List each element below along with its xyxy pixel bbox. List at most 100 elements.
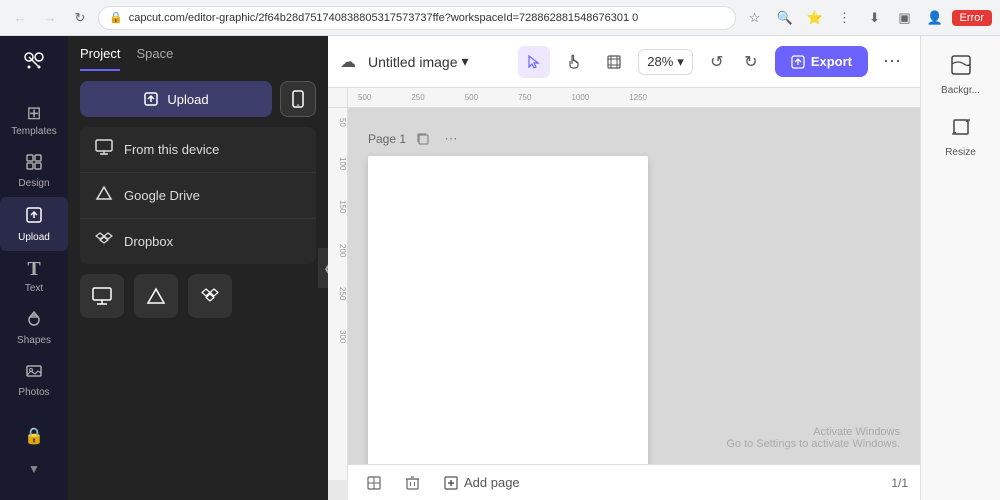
sidebar-item-shapes[interactable]: Shapes xyxy=(0,302,68,354)
upload-row: Upload xyxy=(68,71,328,127)
document-title[interactable]: Untitled image ▾ xyxy=(368,53,469,70)
sidebar-item-templates-label: Templates xyxy=(11,126,57,137)
source-from-device[interactable]: From this device xyxy=(80,127,316,173)
page-container: Page 1 ⋯ xyxy=(368,128,668,476)
browser-icons: ☆ 🔍 ⭐ ⋮ ⬇ ▣ 👤 Error xyxy=(742,5,992,31)
main-area: ☁ Untitled image ▾ 28% ▾ ↺ ↻ xyxy=(328,36,920,500)
app-body: ⊞ Templates Design Upload T Text Shapes xyxy=(0,36,1000,500)
background-panel-item[interactable]: Backgr... xyxy=(929,46,993,104)
activate-windows-watermark: Activate Windows Go to Settings to activ… xyxy=(726,426,900,450)
title-text: Untitled image xyxy=(368,54,458,70)
url-bar[interactable]: 🔒 capcut.com/editor-graphic/2f64b28d7517… xyxy=(98,6,736,30)
background-label: Backgr... xyxy=(941,85,980,96)
page-label: Page 1 xyxy=(368,132,406,146)
undo-button[interactable]: ↺ xyxy=(701,46,733,78)
sidebar-item-upload[interactable]: Upload xyxy=(0,197,68,251)
resize-label: Resize xyxy=(945,147,976,158)
sidebar-bottom: 🔒 ▼ xyxy=(20,418,48,492)
sidebar-item-photos-label: Photos xyxy=(18,387,49,398)
frame-tool-button[interactable] xyxy=(598,46,630,78)
toolbar: ☁ Untitled image ▾ 28% ▾ ↺ ↻ xyxy=(328,36,920,88)
sidebar-expand[interactable]: ▼ xyxy=(20,454,48,484)
gdrive-icon xyxy=(94,185,114,206)
source-dropdown: From this device Google Drive Dropbox xyxy=(80,127,316,264)
page-count: 1/1 xyxy=(891,476,908,490)
panel-collapse-handle[interactable]: ❮ xyxy=(318,248,328,288)
upload-button-label: Upload xyxy=(167,92,208,107)
lock-icon: 🔒 xyxy=(24,426,44,446)
browser-bar: ← → ↻ 🔒 capcut.com/editor-graphic/2f64b2… xyxy=(0,0,1000,36)
left-sidebar: ⊞ Templates Design Upload T Text Shapes xyxy=(0,36,68,500)
app-logo xyxy=(16,44,52,80)
more-options-button[interactable]: ⋯ xyxy=(876,46,908,78)
ruler-top: 500 250 500 750 1000 1250 xyxy=(348,88,920,108)
shapes-icon xyxy=(25,310,43,331)
collapse-chevron-icon: ❮ xyxy=(323,262,328,275)
add-page-button[interactable]: Add page xyxy=(436,471,528,494)
page-copy-button[interactable] xyxy=(412,128,434,150)
source-dropbox-label: Dropbox xyxy=(124,234,173,249)
canvas-scroll[interactable]: Page 1 ⋯ Activate Windows Go to Settings… xyxy=(348,108,920,500)
forward-button[interactable]: → xyxy=(38,6,62,30)
reload-button[interactable]: ↻ xyxy=(68,6,92,30)
page-label-row: Page 1 ⋯ xyxy=(368,128,668,150)
sidebar-lock[interactable]: 🔒 xyxy=(20,418,48,454)
sidebar-item-upload-label: Upload xyxy=(18,232,50,243)
tab-project[interactable]: Project xyxy=(80,46,120,71)
menu-button[interactable]: ⋮ xyxy=(832,5,858,31)
sidebar-item-design[interactable]: Design xyxy=(0,145,68,197)
pan-tool-button[interactable] xyxy=(558,46,590,78)
resize-panel-item[interactable]: Resize xyxy=(929,108,993,166)
source-gdrive-label: Google Drive xyxy=(124,188,200,203)
redo-button[interactable]: ↻ xyxy=(735,46,767,78)
sidebar-item-photos[interactable]: Photos xyxy=(0,354,68,406)
undo-redo-group: ↺ ↻ xyxy=(701,46,767,78)
export-button[interactable]: Export xyxy=(775,46,868,77)
bookmark-button[interactable]: ☆ xyxy=(742,5,768,31)
quick-monitor-button[interactable] xyxy=(80,274,124,318)
zoom-value: 28% xyxy=(647,54,673,69)
back-button[interactable]: ← xyxy=(8,6,32,30)
tab-button[interactable]: ▣ xyxy=(892,5,918,31)
zoom-control[interactable]: 28% ▾ xyxy=(638,49,693,75)
sidebar-item-design-label: Design xyxy=(18,178,49,189)
profile-button[interactable]: 👤 xyxy=(922,5,948,31)
page-more-button[interactable]: ⋯ xyxy=(440,128,462,150)
source-dropbox[interactable]: Dropbox xyxy=(80,219,316,264)
ruler-corner xyxy=(328,88,348,108)
star-button[interactable]: ⭐ xyxy=(802,5,828,31)
resize-icon xyxy=(950,116,972,143)
error-badge: Error xyxy=(952,10,992,26)
mobile-device-button[interactable] xyxy=(280,81,316,117)
cloud-icon: ☁ xyxy=(340,52,356,72)
background-icon xyxy=(950,54,972,81)
sidebar-item-text[interactable]: T Text xyxy=(0,251,68,302)
grid-button[interactable] xyxy=(360,469,388,497)
panel-tabs: Project Space xyxy=(68,36,328,71)
activate-line2: Go to Settings to activate Windows. xyxy=(726,438,900,450)
delete-page-button[interactable] xyxy=(398,469,426,497)
download-button[interactable]: ⬇ xyxy=(862,5,888,31)
canvas-bottom-bar: Add page 1/1 xyxy=(348,464,920,500)
monitor-icon xyxy=(94,139,114,160)
sidebar-item-text-label: Text xyxy=(25,283,43,294)
sidebar-item-templates[interactable]: ⊞ Templates xyxy=(0,96,68,145)
expand-icon: ▼ xyxy=(28,462,40,476)
canvas-page[interactable] xyxy=(368,156,648,476)
quick-dropbox-button[interactable] xyxy=(188,274,232,318)
select-tool-button[interactable] xyxy=(518,46,550,78)
quick-gdrive-button[interactable] xyxy=(134,274,178,318)
sidebar-item-shapes-label: Shapes xyxy=(17,335,51,346)
tab-space[interactable]: Space xyxy=(136,46,173,71)
url-text: capcut.com/editor-graphic/2f64b28d751740… xyxy=(129,12,639,24)
activate-line1: Activate Windows xyxy=(726,426,900,438)
title-caret-icon: ▾ xyxy=(462,53,469,70)
upload-button[interactable]: Upload xyxy=(80,81,272,117)
export-label: Export xyxy=(811,54,852,69)
dropbox-icon xyxy=(94,231,114,252)
zoom-browser-button[interactable]: 🔍 xyxy=(772,5,798,31)
canvas-area: 500 250 500 750 1000 1250 50 100 150 200… xyxy=(328,88,920,500)
right-panel: Backgr... Resize xyxy=(920,36,1000,500)
templates-icon: ⊞ xyxy=(26,104,41,122)
source-google-drive[interactable]: Google Drive xyxy=(80,173,316,219)
